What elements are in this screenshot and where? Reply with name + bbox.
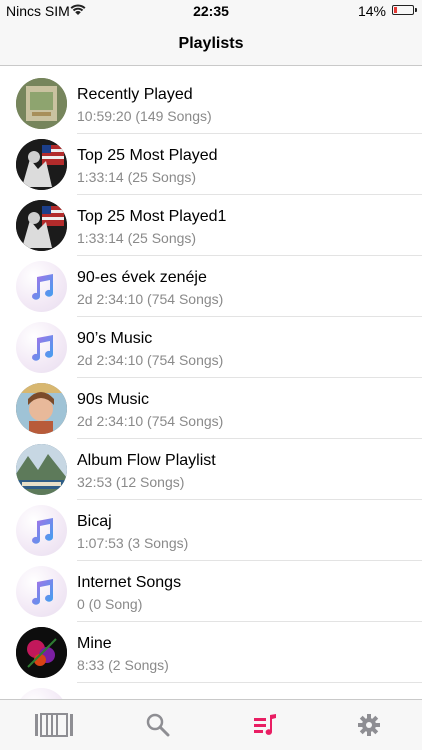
playlist-artwork	[16, 505, 67, 556]
playlist-artwork	[16, 139, 67, 190]
playlist-duration: 1:33:14 (25 Songs)	[77, 230, 197, 246]
playlist-name: Recently Played	[77, 86, 193, 103]
playlist-row-90-es[interactable]: 90-es évek zenéje 2d 2:34:10 (754 Songs)	[0, 256, 422, 317]
playlist-row-top-25-1[interactable]: Top 25 Most Played1 1:33:14 (25 Songs)	[0, 195, 422, 256]
playlist-duration: 0 (0 Song)	[77, 596, 143, 612]
playlist-row-bicaj[interactable]: Bicaj 1:07:53 (3 Songs)	[0, 500, 422, 561]
playlist-duration: 1:07:53 (3 Songs)	[77, 535, 189, 551]
playlist-artwork	[16, 566, 67, 617]
playlist-row-internet-songs[interactable]: Internet Songs 0 (0 Song)	[0, 561, 422, 622]
playlist-duration: 10:59:20 (149 Songs)	[77, 108, 212, 124]
playlist-artwork	[16, 78, 67, 129]
search-icon[interactable]	[146, 712, 170, 738]
battery-percent: 14%	[357, 3, 386, 19]
music-note-icon	[32, 274, 54, 300]
playlist-name: Album Flow Playlist	[77, 452, 216, 469]
playlist-artwork	[16, 383, 67, 434]
playlist-name: Bicaj	[77, 513, 112, 530]
tab-bar	[0, 699, 422, 750]
playlist-name: Mine	[77, 635, 112, 652]
music-note-icon	[32, 335, 54, 361]
playlist-duration: 32:53 (12 Songs)	[77, 474, 185, 490]
playlist-row-partial[interactable]	[0, 683, 422, 699]
playlist-duration: 1:33:14 (25 Songs)	[77, 169, 197, 185]
playlist-row-recently-played[interactable]: Recently Played 10:59:20 (149 Songs)	[0, 73, 422, 134]
playlist-row-90s-music-apostrophe[interactable]: 90’s Music 2d 2:34:10 (754 Songs)	[0, 317, 422, 378]
playlist-list[interactable]: Recently Played 10:59:20 (149 Songs) Top…	[0, 66, 422, 699]
playlist-row-mine[interactable]: Mine 8:33 (2 Songs)	[0, 622, 422, 683]
library-icon[interactable]	[34, 712, 74, 738]
playlist-artwork	[16, 688, 67, 699]
playlist-artwork	[16, 200, 67, 251]
playlist-row-top-25[interactable]: Top 25 Most Played 1:33:14 (25 Songs)	[0, 134, 422, 195]
playlist-duration: 2d 2:34:10 (754 Songs)	[77, 352, 224, 368]
playlist-name: Top 25 Most Played	[77, 147, 218, 164]
playlist-duration: 8:33 (2 Songs)	[77, 657, 169, 673]
playlist-row-album-flow[interactable]: Album Flow Playlist 32:53 (12 Songs)	[0, 439, 422, 500]
navigation-bar: Playlists	[0, 22, 422, 66]
settings-icon[interactable]	[357, 712, 381, 738]
music-note-icon	[32, 518, 54, 544]
playlist-name: 90-es évek zenéje	[77, 269, 207, 286]
battery-icon	[392, 5, 417, 15]
playlists-icon[interactable]	[252, 712, 278, 738]
playlist-name: Internet Songs	[77, 574, 182, 591]
playlist-name: Top 25 Most Played1	[77, 208, 227, 225]
page-title: Playlists	[178, 35, 244, 52]
playlist-name: 90’s Music	[77, 330, 153, 347]
playlist-duration: 2d 2:34:10 (754 Songs)	[77, 413, 224, 429]
playlist-artwork	[16, 627, 67, 678]
playlist-duration: 2d 2:34:10 (754 Songs)	[77, 291, 224, 307]
playlist-row-90s-music[interactable]: 90s Music 2d 2:34:10 (754 Songs)	[0, 378, 422, 439]
playlist-artwork	[16, 261, 67, 312]
playlist-name: 90s Music	[77, 391, 150, 408]
music-note-icon	[32, 579, 54, 605]
status-bar: Nincs SIM 22:35 14%	[0, 0, 422, 22]
playlist-artwork	[16, 444, 67, 495]
playlist-artwork	[16, 322, 67, 373]
